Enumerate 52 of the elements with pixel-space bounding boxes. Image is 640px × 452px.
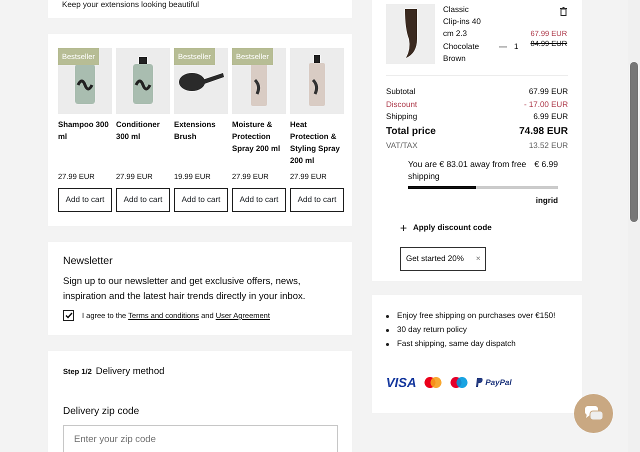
- cart-item-name: Classic Clip-ins 40 cm 2.3 Chocolate Brown: [443, 4, 482, 65]
- add-to-cart-button[interactable]: Add to cart: [174, 188, 228, 212]
- discount-code: Get started 20%: [406, 253, 464, 266]
- card-logo-icon: [450, 377, 468, 388]
- consent-checkbox[interactable]: [63, 310, 74, 322]
- ingrid-logo: ingrid: [536, 196, 558, 206]
- summary-label: VAT/TAX: [386, 140, 418, 152]
- perk-text: 30 day return policy: [397, 324, 467, 336]
- bullet: [386, 342, 389, 346]
- summary-value: 74.98 EUR: [519, 124, 568, 139]
- summary-label: Shipping: [386, 111, 418, 124]
- zip-code-label: Delivery zip code: [63, 404, 140, 418]
- delivery-method-title: Delivery method: [96, 365, 164, 380]
- add-to-cart-button[interactable]: Add to cart: [232, 188, 286, 212]
- quantity-decrease-button[interactable]: —: [499, 40, 507, 52]
- summary-value: 67.99 EUR: [528, 86, 568, 98]
- remove-code-button[interactable]: ×: [476, 253, 480, 266]
- summary-label: Subtotal: [386, 86, 416, 98]
- apply-discount-link[interactable]: Apply discount code: [413, 222, 492, 234]
- chat-bubbles-icon: [584, 406, 602, 422]
- quantity-value: 1: [514, 40, 518, 52]
- spray-bottle-icon: [308, 55, 326, 107]
- paypal-p-icon: [476, 378, 484, 388]
- scrollbar-thumb[interactable]: [630, 62, 638, 222]
- free-shipping-message: You are € 83.01 away from free shipping: [408, 158, 528, 182]
- bullet: [386, 328, 389, 332]
- add-to-cart-button[interactable]: Add to cart: [58, 188, 112, 212]
- perk-text: Fast shipping, same day dispatch: [397, 338, 516, 350]
- summary-value: 6.99 EUR: [533, 111, 568, 124]
- brush-icon: [178, 70, 224, 92]
- visa-logo: VISA: [386, 374, 416, 392]
- bottle-icon: [132, 57, 154, 105]
- zip-code-field[interactable]: Enter your zip code: [63, 424, 338, 452]
- summary-value: - 17.00 EUR: [524, 98, 568, 111]
- trash-icon[interactable]: [560, 6, 568, 16]
- newsletter-text: Sign up to our newsletter and get exclusive offers, news, inspiration and the latest hair trends directly in your inbox.: [63, 275, 306, 304]
- add-to-cart-button[interactable]: Add to cart: [290, 188, 344, 212]
- hair-extension-icon: [402, 9, 418, 59]
- summary-value: 13.52 EUR: [528, 140, 568, 152]
- add-to-cart-button[interactable]: Add to cart: [116, 188, 170, 212]
- section-subtitle: Keep your extensions looking beautiful: [62, 0, 199, 9]
- summary-label: Total price: [386, 124, 436, 139]
- plus-icon[interactable]: +: [400, 219, 408, 238]
- product-photo[interactable]: [116, 48, 170, 114]
- shipping-cost: € 6.99: [534, 158, 558, 172]
- bullet: [386, 314, 389, 318]
- card-logo-icon: [424, 377, 442, 388]
- perk-text: Enjoy free shipping on purchases over €150!: [397, 310, 556, 322]
- newsletter-title: Newsletter: [63, 254, 114, 270]
- product-photo[interactable]: [290, 48, 344, 114]
- summary-label: Discount: [386, 98, 418, 111]
- paypal-logo: PayPal: [485, 376, 512, 389]
